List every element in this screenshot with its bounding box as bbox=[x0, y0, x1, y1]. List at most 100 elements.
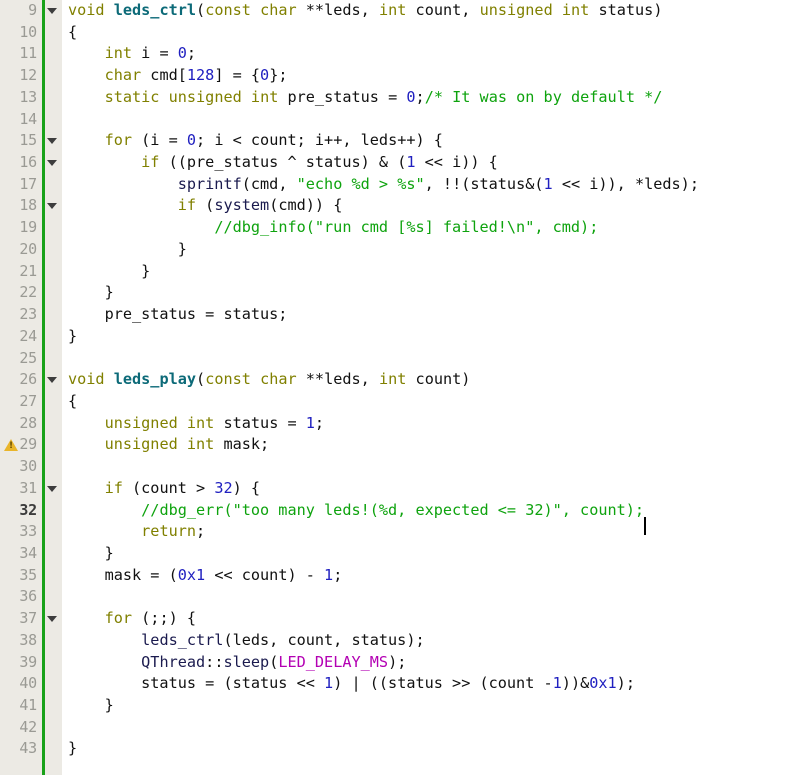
code-token: unsigned bbox=[479, 1, 553, 19]
code-line[interactable] bbox=[68, 348, 801, 370]
code-folding-column[interactable] bbox=[45, 0, 62, 775]
code-token: if bbox=[104, 478, 123, 497]
code-line[interactable]: if ((pre_status ^ status) & (1 << i)) { bbox=[68, 152, 801, 174]
fold-slot bbox=[45, 217, 62, 239]
code-token: //dbg_info("run cmd [%s] failed!\n", cmd… bbox=[214, 218, 599, 237]
editor-gutter[interactable]: 9 10 11 12 13 14 15 16 17 18 19 20 21 22 23 24 25 26 27 28 2… bbox=[0, 0, 62, 775]
code-line[interactable]: sprintf(cmd, "echo %d > %s", !!(status&(… bbox=[68, 174, 801, 196]
code-token: sprintf bbox=[177, 174, 242, 193]
line-number: 24 bbox=[19, 326, 37, 345]
code-token: int bbox=[186, 413, 215, 432]
code-token: 1 bbox=[324, 674, 334, 693]
code-line[interactable]: QThread::sleep(LED_DELAY_MS); bbox=[68, 652, 801, 674]
code-token: }; bbox=[269, 66, 288, 85]
triangle-down-icon[interactable] bbox=[45, 478, 62, 500]
code-token: 128 bbox=[186, 66, 215, 85]
code-line[interactable]: if (count > 32) { bbox=[68, 478, 801, 500]
code-token: 0x1 bbox=[589, 674, 617, 693]
code-token: } bbox=[68, 261, 151, 280]
code-line[interactable] bbox=[68, 586, 801, 608]
code-line[interactable] bbox=[68, 109, 801, 131]
code-token: 1 bbox=[406, 153, 416, 172]
triangle-down-icon[interactable] bbox=[45, 0, 62, 22]
code-line[interactable]: unsigned int status = 1; bbox=[68, 413, 801, 435]
code-line[interactable] bbox=[68, 717, 801, 739]
code-token: ( bbox=[196, 370, 206, 389]
code-token: char bbox=[260, 1, 297, 19]
code-line[interactable]: char cmd[128] = {0}; bbox=[68, 65, 801, 87]
code-line[interactable]: pre_status = status; bbox=[68, 304, 801, 326]
code-token: } bbox=[68, 543, 114, 562]
code-token: i = bbox=[132, 44, 178, 63]
code-token: (i = bbox=[132, 131, 187, 150]
code-line[interactable]: } bbox=[68, 543, 801, 565]
fold-slot bbox=[45, 673, 62, 695]
code-token: pre_status = bbox=[278, 87, 407, 106]
code-token: } bbox=[68, 239, 187, 258]
code-token: //dbg_err("too many leds!(%d, expected <… bbox=[141, 500, 645, 519]
code-line[interactable]: } bbox=[68, 738, 801, 760]
code-line[interactable]: mask = (0x1 << count) - 1; bbox=[68, 565, 801, 587]
line-number: 11 bbox=[19, 44, 37, 63]
code-line[interactable]: int i = 0; bbox=[68, 43, 801, 65]
triangle-down-icon[interactable] bbox=[45, 608, 62, 630]
code-token: ) { bbox=[232, 478, 261, 497]
code-line[interactable] bbox=[68, 456, 801, 478]
code-token: status = bbox=[214, 413, 306, 432]
code-line[interactable]: static unsigned int pre_status = 0;/* It… bbox=[68, 87, 801, 109]
code-line[interactable]: void leds_play(const char **leds, int co… bbox=[68, 369, 801, 391]
code-line[interactable]: //dbg_info("run cmd [%s] failed!\n", cmd… bbox=[68, 217, 801, 239]
code-token: ) bbox=[461, 370, 471, 389]
code-line[interactable]: } bbox=[68, 695, 801, 717]
code-token: int bbox=[186, 435, 215, 454]
fold-slot bbox=[45, 565, 62, 587]
code-line[interactable]: leds_ctrl(leds, count, status); bbox=[68, 630, 801, 652]
line-number: 17 bbox=[19, 174, 37, 193]
fold-slot bbox=[45, 586, 62, 608]
code-line[interactable]: { bbox=[68, 22, 801, 44]
code-line[interactable]: } bbox=[68, 261, 801, 283]
code-token: ** bbox=[296, 370, 325, 389]
line-number: 30 bbox=[19, 457, 37, 476]
code-token: for bbox=[104, 131, 133, 150]
code-line[interactable]: } bbox=[68, 239, 801, 261]
code-token: cmd[ bbox=[141, 66, 187, 85]
code-line[interactable]: { bbox=[68, 391, 801, 413]
line-number: 35 bbox=[19, 565, 37, 584]
code-token: int bbox=[378, 1, 407, 19]
code-token: ) | ((status >> (count - bbox=[333, 674, 553, 693]
line-number: 20 bbox=[19, 239, 37, 258]
code-line[interactable]: unsigned int mask; bbox=[68, 434, 801, 456]
code-line[interactable]: } bbox=[68, 282, 801, 304]
code-token: for bbox=[104, 609, 133, 628]
triangle-down-icon[interactable] bbox=[45, 130, 62, 152]
line-number: 42 bbox=[19, 717, 37, 736]
code-token: ; bbox=[196, 522, 206, 541]
code-token: const bbox=[205, 1, 251, 19]
line-number: 21 bbox=[19, 261, 37, 280]
code-token: :: bbox=[205, 652, 224, 671]
line-number-column: 9 10 11 12 13 14 15 16 17 18 19 20 21 22 23 24 25 26 27 28 2… bbox=[0, 0, 42, 775]
code-line[interactable]: //dbg_err("too many leds!(%d, expected <… bbox=[68, 500, 801, 535]
code-line[interactable]: return; bbox=[68, 521, 801, 543]
code-line[interactable]: status = (status << 1) | ((status >> (co… bbox=[68, 673, 801, 695]
code-line[interactable]: void leds_ctrl(const char **leds, int co… bbox=[68, 0, 801, 22]
code-token: ; bbox=[186, 44, 197, 63]
triangle-down-icon[interactable] bbox=[45, 369, 62, 391]
code-content-area[interactable]: void leds_ctrl(const char **leds, int co… bbox=[62, 0, 801, 775]
code-line[interactable]: for (;;) { bbox=[68, 608, 801, 630]
code-line[interactable]: for (i = 0; i < count; i++, leds++) { bbox=[68, 130, 801, 152]
code-token: , !!(status&( bbox=[424, 174, 544, 193]
code-line[interactable]: if (system(cmd)) { bbox=[68, 195, 801, 217]
code-token: << i)), *leds); bbox=[552, 174, 699, 193]
triangle-down-icon[interactable] bbox=[45, 195, 62, 217]
code-line[interactable]: } bbox=[68, 326, 801, 348]
code-editor[interactable]: 9101112131415161718192021222324252627282… bbox=[0, 0, 801, 775]
fold-slot bbox=[45, 304, 62, 326]
triangle-down-icon[interactable] bbox=[45, 152, 62, 174]
